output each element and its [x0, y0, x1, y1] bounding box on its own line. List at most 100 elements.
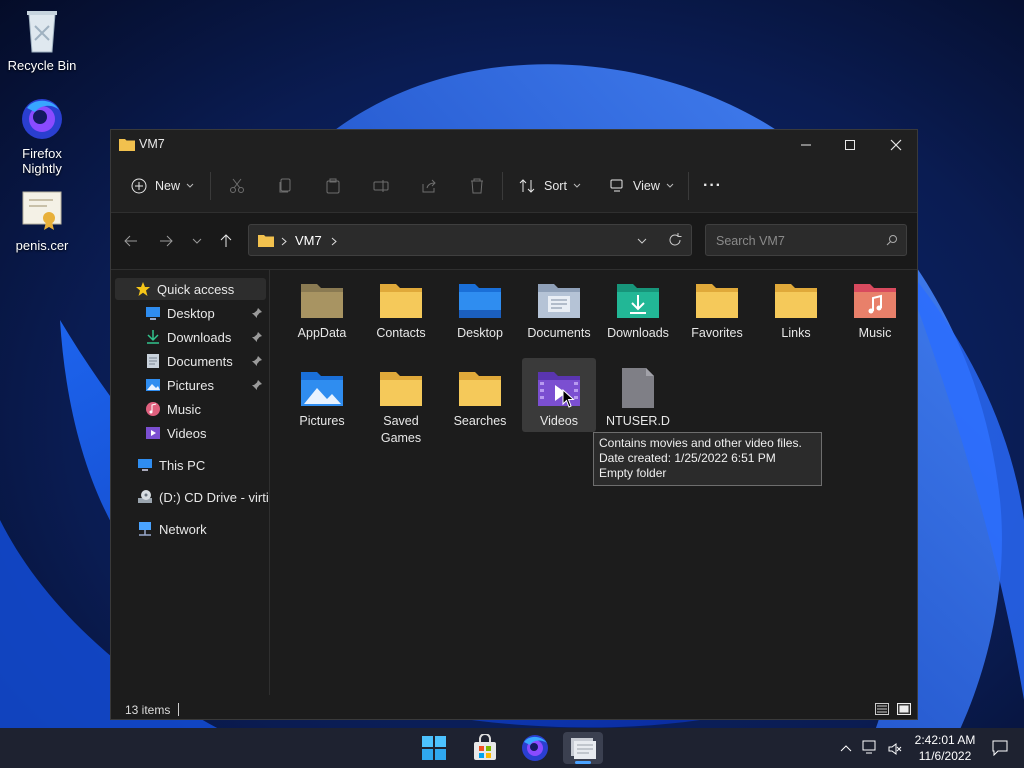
minimize-button[interactable] [783, 130, 829, 160]
microsoft-store-button[interactable] [465, 732, 505, 764]
folder-item-pictures[interactable]: Pictures [285, 358, 359, 430]
item-count: 13 items [125, 703, 171, 717]
folder-item-links[interactable]: Links [759, 270, 833, 342]
file-explorer-taskbar-button[interactable] [563, 732, 603, 764]
address-bar[interactable]: VM7 [248, 224, 692, 256]
documents-folder-icon [538, 284, 580, 318]
sidebar-item-pictures[interactable]: Pictures [145, 374, 255, 396]
paste-button[interactable] [325, 172, 341, 200]
sidebar-item-quick-access[interactable]: Quick access [115, 278, 266, 300]
quick-access-label: Quick access [157, 281, 235, 297]
details-view-icon[interactable] [875, 703, 889, 715]
certificate-desktop-icon[interactable]: penis.cer [2, 186, 82, 253]
breadcrumb-vm7[interactable]: VM7 [295, 233, 322, 248]
document-icon [147, 354, 159, 368]
folder-item-appdata[interactable]: AppData [285, 270, 359, 342]
sidebar-item-desktop[interactable]: Desktop [145, 302, 255, 324]
pin-icon[interactable] [251, 307, 263, 319]
search-input[interactable] [714, 230, 878, 252]
sidebar-item-documents[interactable]: Documents [145, 350, 255, 372]
folder-item-documents[interactable]: Documents [522, 270, 596, 342]
up-button[interactable] [216, 231, 236, 251]
arrow-up-icon [220, 234, 232, 247]
folder-icon [380, 372, 422, 406]
folder-item-saved-games[interactable]: Saved Games [364, 358, 438, 447]
network-icon [139, 522, 151, 536]
close-button[interactable] [873, 130, 919, 160]
clock-date: 11/6/2022 [918, 749, 972, 763]
sidebar-item-network[interactable]: Network [137, 518, 257, 540]
sort-button[interactable]: Sort [519, 172, 581, 200]
file-explorer-icon [571, 738, 596, 759]
folder-icon [301, 284, 343, 318]
title-bar[interactable]: VM7 [111, 130, 917, 160]
item-label: Links [781, 326, 811, 340]
cd-drive-label: (D:) CD Drive - virtio [159, 489, 269, 505]
folder-item-searches[interactable]: Searches [443, 358, 517, 430]
item-label: Pictures [299, 414, 345, 428]
desktop-icon [146, 307, 160, 320]
paste-icon [326, 178, 340, 194]
notification-icon[interactable] [992, 740, 1008, 756]
clock[interactable]: 2:42:01 AM 11/6/2022 [908, 732, 982, 764]
pictures-folder-icon [301, 372, 343, 406]
view-button[interactable]: View [609, 172, 674, 200]
refresh-icon[interactable] [668, 233, 682, 247]
new-button[interactable]: New [131, 172, 194, 200]
this-pc-label: This PC [159, 457, 206, 473]
folder-tooltip: Contains movies and other video files. D… [593, 432, 822, 486]
item-label: AppData [297, 326, 347, 340]
sidebar-item-music[interactable]: Music [145, 398, 255, 420]
sidebar-item-videos[interactable]: Videos [145, 422, 255, 444]
star-icon [136, 282, 150, 296]
music-folder-icon [854, 284, 896, 318]
folder-item-favorites[interactable]: Favorites [680, 270, 754, 342]
desktop-folder-icon [459, 284, 501, 318]
sidebar-item-downloads[interactable]: Downloads [145, 326, 255, 348]
separator [502, 172, 503, 200]
folder-item-desktop[interactable]: Desktop [443, 270, 517, 342]
recycle-bin-desktop-icon[interactable]: Recycle Bin [2, 6, 82, 73]
certificate-icon [22, 191, 62, 230]
copy-button[interactable] [277, 172, 293, 200]
downloads-folder-icon [617, 284, 659, 318]
music-icon [146, 402, 160, 416]
sidebar-item-cd-drive[interactable]: (D:) CD Drive - virtio [137, 486, 269, 508]
file-item-ntuser[interactable]: NTUSER.D [601, 358, 675, 430]
search-box[interactable] [705, 224, 907, 256]
chevron-down-icon [186, 183, 194, 188]
pin-icon[interactable] [251, 379, 263, 391]
chevron-down-icon[interactable] [637, 238, 647, 245]
folder-item-downloads[interactable]: Downloads [601, 270, 675, 342]
view-label: View [633, 179, 660, 193]
start-button[interactable] [414, 732, 454, 764]
chevron-down-icon [666, 183, 674, 188]
chevron-up-icon[interactable] [840, 744, 852, 752]
network-status-icon[interactable] [862, 740, 880, 756]
back-button[interactable] [121, 231, 141, 251]
file-explorer-window: VM7 New Sort View ··· VM7 Search VM7 Qui… [110, 129, 918, 720]
folder-item-contacts[interactable]: Contacts [364, 270, 438, 342]
pin-icon[interactable] [251, 331, 263, 343]
folder-item-music[interactable]: Music [838, 270, 912, 342]
rename-button[interactable] [373, 172, 389, 200]
firefox-nightly-taskbar-button[interactable] [515, 732, 555, 764]
pin-icon[interactable] [251, 355, 263, 367]
sidebar-item-this-pc[interactable]: This PC [137, 454, 257, 476]
firefox-nightly-desktop-icon[interactable]: Firefox Nightly [2, 94, 82, 176]
recent-locations-button[interactable] [187, 231, 207, 251]
forward-button[interactable] [156, 231, 176, 251]
delete-button[interactable] [469, 172, 485, 200]
cut-button[interactable] [229, 172, 245, 200]
share-button[interactable] [421, 172, 437, 200]
certificate-label: penis.cer [15, 238, 69, 253]
large-icons-view-icon[interactable] [897, 703, 911, 715]
maximize-button[interactable] [827, 130, 873, 160]
sidebar-item-label: Desktop [167, 305, 215, 321]
folder-item-videos[interactable]: Videos [522, 358, 596, 432]
active-indicator [575, 761, 591, 764]
folder-icon [459, 372, 501, 406]
status-bar: 13 items [111, 695, 917, 719]
volume-muted-icon[interactable] [888, 742, 902, 756]
more-options-button[interactable]: ··· [703, 172, 722, 200]
